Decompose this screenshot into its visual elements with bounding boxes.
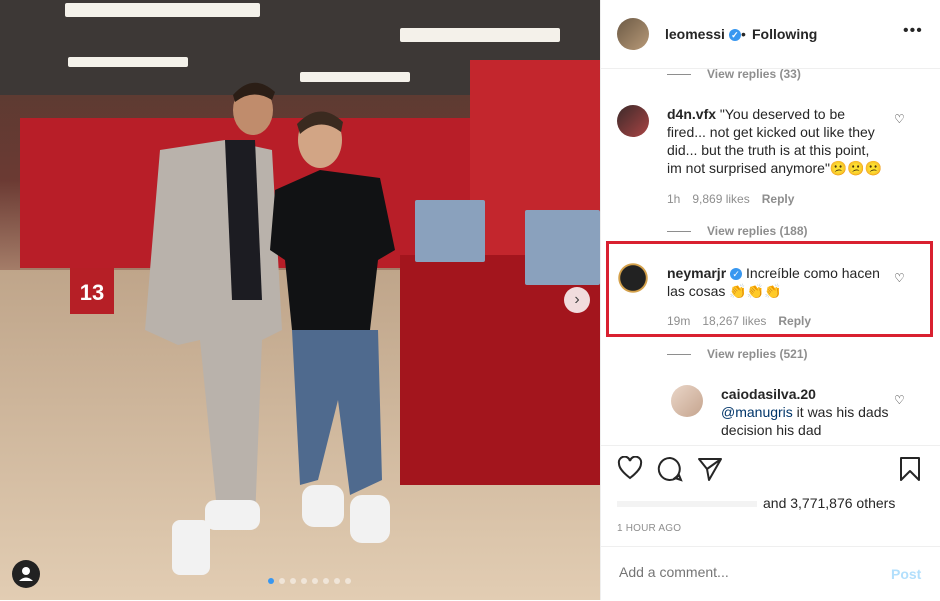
comment-username[interactable]: d4n.vfx (667, 106, 716, 122)
view-replies-link[interactable]: View replies (521) (667, 347, 808, 361)
author-username-text[interactable]: leomessi (665, 26, 725, 42)
comment-likes[interactable]: 9,869 likes (692, 192, 749, 206)
post-photo[interactable]: 13 › (0, 0, 600, 600)
like-heart-icon[interactable] (617, 456, 643, 480)
carousel-dot (312, 578, 318, 584)
view-replies-link[interactable]: View replies (188) (667, 224, 808, 238)
carousel-dot (301, 578, 307, 584)
comment-input[interactable] (617, 563, 881, 581)
user-tag-icon[interactable] (12, 560, 40, 588)
carousel-dot (268, 578, 274, 584)
post-sidebar: leomessi ✓ • Following ••• View replies (… (600, 0, 940, 600)
view-replies-text[interactable]: View replies (188) (707, 224, 808, 238)
carousel-dot (334, 578, 340, 584)
comment-time[interactable]: 19m (667, 314, 690, 328)
following-button[interactable]: Following (752, 26, 817, 42)
comment-body: d4n.vfx "You deserved to be fired... not… (667, 105, 887, 177)
comment-like-icon[interactable]: ♡ (894, 271, 905, 285)
liked-by-avatars[interactable] (617, 501, 757, 507)
comment-body: neymarjr ✓ Incrеíble como hacen las cosas… (667, 264, 892, 300)
mention-link[interactable]: @manugris (721, 404, 793, 420)
comment-time[interactable]: 1h (667, 192, 680, 206)
comment-username[interactable]: neymarjr (667, 265, 726, 281)
carousel-dot (345, 578, 351, 584)
verified-icon: ✓ (728, 29, 741, 42)
post-actions: and 3,771,876 others 1 HOUR AGO (601, 445, 940, 546)
comment-like-icon[interactable]: ♡ (894, 112, 905, 126)
view-replies-text[interactable]: View replies (521) (707, 347, 808, 361)
comment-avatar[interactable] (671, 385, 703, 417)
divider-line (667, 74, 691, 76)
reply-button[interactable]: Reply (778, 314, 811, 328)
carousel-dot (323, 578, 329, 584)
comment-meta: 1h 9,869 likes Reply (667, 192, 806, 206)
header-separator: • (741, 26, 746, 42)
comment-likes[interactable]: 18,267 likes (702, 314, 766, 328)
like-count-text[interactable]: and 3,771,876 others (763, 495, 895, 511)
person-icon (19, 567, 33, 581)
comment-like-icon[interactable]: ♡ (894, 393, 905, 407)
post-header: leomessi ✓ • Following ••• (601, 0, 940, 69)
like-count[interactable]: and 3,771,876 others (763, 495, 895, 511)
carousel-dot (290, 578, 296, 584)
comment-username[interactable]: caiodasilva.20 (721, 386, 816, 402)
carousel-indicator (268, 578, 351, 584)
view-replies-text[interactable]: View replies (33) (707, 69, 801, 81)
comment-meta: 19m 18,267 likes Reply (667, 314, 823, 328)
divider-line (667, 231, 691, 233)
add-comment-bar: Post (601, 546, 940, 601)
bookmark-icon[interactable] (899, 456, 921, 482)
comment-body: caiodasilva.20 @manugris it was his dads… (721, 385, 891, 439)
carousel-dot (279, 578, 285, 584)
instagram-post: 13 › leomessi ✓ • Following ••• View rep… (0, 0, 940, 600)
author-avatar[interactable] (617, 18, 649, 50)
view-replies-link[interactable]: View replies (33) (667, 69, 801, 81)
verified-icon: ✓ (730, 268, 743, 281)
reply-button[interactable]: Reply (762, 192, 795, 206)
author-username[interactable]: leomessi ✓ (665, 26, 741, 42)
more-options-icon[interactable]: ••• (903, 22, 923, 40)
comment-avatar[interactable] (617, 105, 649, 137)
comments-list[interactable]: View replies (33) d4n.vfx "You deserved … (601, 69, 940, 444)
post-timestamp[interactable]: 1 HOUR AGO (617, 523, 681, 534)
people-figures (145, 82, 395, 575)
divider-line (667, 354, 691, 356)
share-icon[interactable] (697, 456, 723, 482)
next-image-button[interactable]: › (564, 287, 590, 313)
post-comment-button[interactable]: Post (891, 566, 921, 582)
comment-icon[interactable] (657, 456, 683, 482)
comment-avatar[interactable] (617, 262, 649, 294)
